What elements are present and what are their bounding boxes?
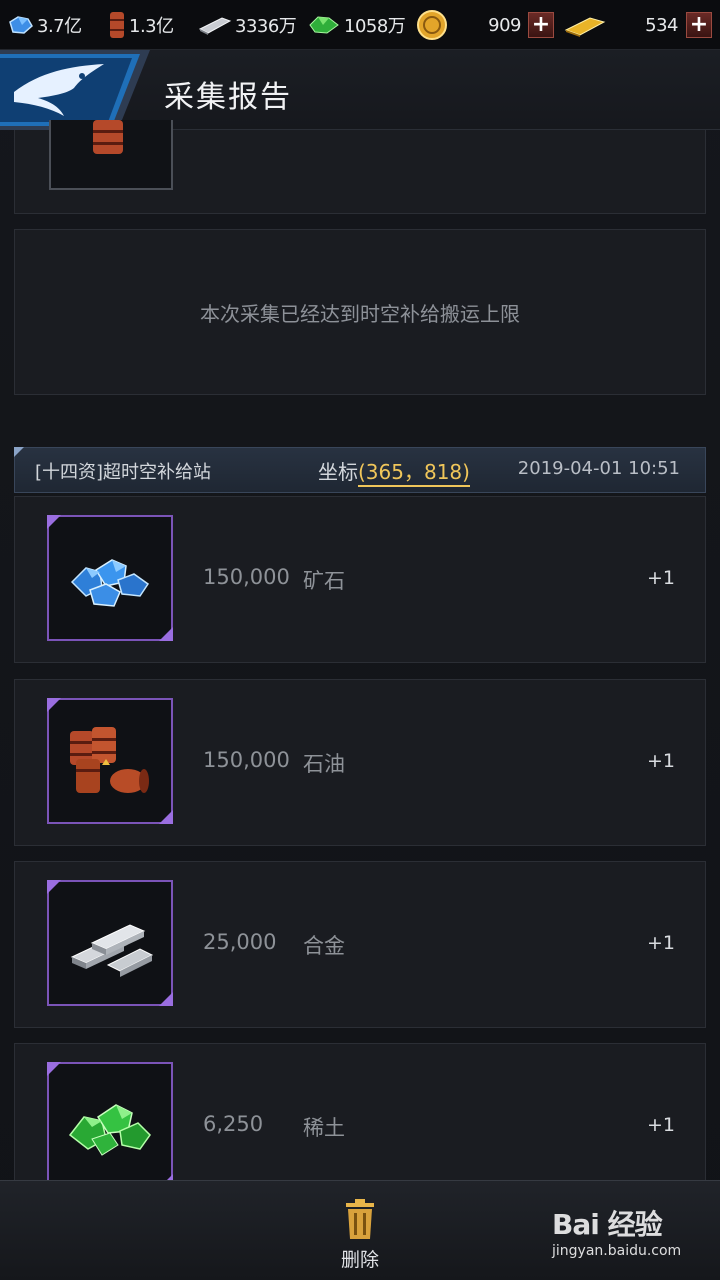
item-name: 合金 bbox=[303, 934, 345, 958]
resource-gold[interactable] bbox=[564, 0, 606, 50]
item-name: 石油 bbox=[303, 752, 345, 776]
notice-text: 本次采集已经达到时空补给搬运上限 bbox=[200, 301, 520, 326]
resource-value: 534 bbox=[645, 14, 678, 36]
item-count: +1 bbox=[646, 1114, 675, 1136]
resource-coin[interactable] bbox=[416, 0, 448, 50]
item-count: +1 bbox=[646, 567, 675, 589]
report-item: 150,000 矿石 +1 bbox=[14, 496, 706, 663]
coord-label: 坐标 bbox=[318, 460, 358, 484]
rare-earth-icon bbox=[309, 16, 339, 34]
item-amount: 25,000 bbox=[203, 930, 277, 954]
rare-earth-crystals-icon bbox=[68, 1104, 151, 1156]
baidu-jingyan-watermark: Bai 经验 jingyan.baidu.com bbox=[548, 1199, 708, 1269]
back-eagle-icon[interactable] bbox=[0, 50, 150, 130]
add-coin-button[interactable]: + bbox=[528, 0, 554, 50]
oil-icon bbox=[110, 12, 124, 38]
oil-barrels-icon bbox=[93, 120, 123, 154]
resource-value: 1.3亿 bbox=[129, 16, 174, 37]
oil-barrels-icon bbox=[70, 727, 149, 793]
item-icon-frame bbox=[47, 880, 173, 1006]
item-amount: 150,000 bbox=[203, 565, 290, 589]
delete-label: 删除 bbox=[340, 1249, 379, 1271]
report-item: 25,000 合金 +1 bbox=[14, 861, 706, 1028]
resource-rare-earth[interactable]: 1058万 bbox=[307, 0, 406, 50]
bottom-action-bar: 删除 Bai 经验 jingyan.baidu.com bbox=[0, 1180, 720, 1280]
coin-icon bbox=[417, 10, 447, 40]
resource-value: 909 bbox=[488, 14, 521, 36]
gold-bar-icon bbox=[564, 17, 606, 37]
item-amount: 6,250 bbox=[203, 1112, 264, 1136]
page-title: 采集报告 bbox=[164, 80, 292, 115]
item-name: 稀土 bbox=[303, 1116, 345, 1140]
resource-gold-value: 534 bbox=[640, 0, 678, 50]
report-source: [十四资]超时空补给站 bbox=[35, 462, 212, 483]
resource-value: 3336万 bbox=[235, 16, 297, 37]
add-gold-button[interactable]: + bbox=[686, 0, 712, 50]
trash-icon bbox=[346, 1199, 374, 1239]
previous-report-item bbox=[14, 120, 706, 214]
watermark-url: jingyan.baidu.com bbox=[552, 1243, 682, 1259]
item-amount: 150,000 bbox=[203, 748, 290, 772]
delete-button[interactable]: 删除 bbox=[330, 1197, 390, 1271]
resource-coin-value: 909 bbox=[487, 0, 521, 50]
resource-ore[interactable]: 3.7亿 bbox=[6, 0, 82, 50]
resource-bar: 3.7亿 1.3亿 3336万 1058万 909 + 534 + bbox=[0, 0, 720, 50]
alloy-icon bbox=[198, 17, 232, 35]
plus-icon: + bbox=[686, 12, 712, 38]
ore-icon bbox=[9, 16, 33, 34]
item-icon-frame bbox=[47, 1062, 173, 1188]
item-icon-frame bbox=[47, 515, 173, 641]
coord-link[interactable]: (365，818) bbox=[358, 460, 470, 487]
item-name: 矿石 bbox=[303, 569, 345, 593]
item-icon-frame bbox=[49, 120, 173, 190]
resource-alloy[interactable]: 3336万 bbox=[198, 0, 297, 50]
resource-oil[interactable]: 1.3亿 bbox=[108, 0, 174, 50]
watermark-brand: Bai 经验 bbox=[552, 1208, 663, 1241]
collection-limit-notice: 本次采集已经达到时空补给搬运上限 bbox=[14, 229, 706, 395]
item-count: +1 bbox=[646, 750, 675, 772]
report-time: 2019-04-01 10:51 bbox=[517, 458, 680, 479]
item-count: +1 bbox=[646, 932, 675, 954]
plus-icon: + bbox=[528, 12, 554, 38]
alloy-ingots-icon bbox=[70, 924, 154, 977]
ore-icon bbox=[70, 559, 150, 607]
report-item: 150,000 石油 +1 bbox=[14, 679, 706, 846]
item-icon-frame bbox=[47, 698, 173, 824]
resource-value: 1058万 bbox=[344, 16, 406, 37]
resource-value: 3.7亿 bbox=[37, 16, 82, 37]
report-coordinates[interactable]: 坐标(365，818) bbox=[318, 456, 470, 487]
collection-report-screen: 3.7亿 1.3亿 3336万 1058万 909 + 534 + 采集报告 本… bbox=[0, 0, 720, 1280]
page-header: 采集报告 bbox=[0, 50, 720, 130]
report-header: [十四资]超时空补给站 坐标(365，818) 2019-04-01 10:51 bbox=[14, 447, 706, 493]
